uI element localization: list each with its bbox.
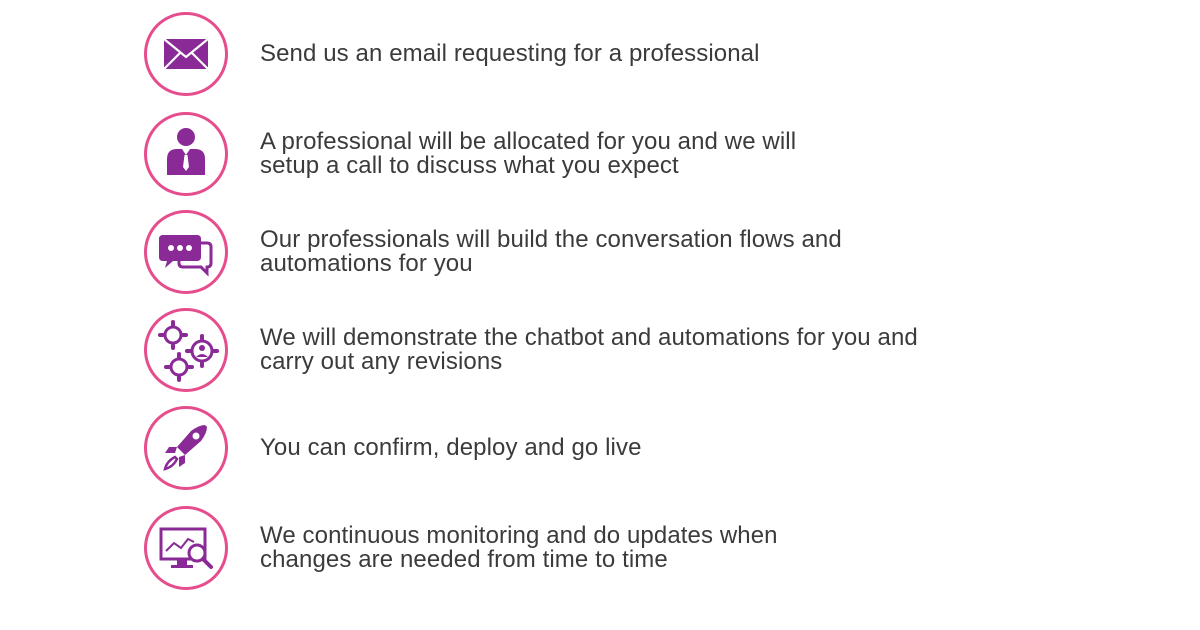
step-text: You can confirm, deploy and go live (260, 406, 940, 490)
step-text: Send us an email requesting for a profes… (260, 12, 940, 96)
icon-ring (144, 112, 228, 196)
steps-list: Send us an email requesting for a profes… (0, 0, 1200, 630)
step-item-build: Our professionals will build the convers… (144, 210, 944, 294)
icon-ring (144, 210, 228, 294)
chat-bubbles-icon (159, 235, 213, 277)
icon-ring (144, 406, 228, 490)
step-text: A professional will be allocated for you… (260, 112, 940, 196)
rocket-icon (163, 425, 207, 471)
step-item-demonstrate: We will demonstrate the chatbot and auto… (144, 308, 944, 392)
step-label: We will demonstrate the chatbot and auto… (260, 324, 918, 375)
step-label: Our professionals will build the convers… (260, 226, 842, 277)
step-item-allocation: A professional will be allocated for you… (144, 112, 944, 196)
step-label: A professional will be allocated for you… (260, 128, 797, 179)
step-item-monitoring: We continuous monitoring and do updates … (144, 506, 944, 590)
envelope-icon (163, 38, 209, 70)
step-item-deploy: You can confirm, deploy and go live (144, 406, 944, 490)
step-label: You can confirm, deploy and go live (260, 434, 642, 461)
icon-ring (144, 506, 228, 590)
monitor-magnifier-icon (159, 527, 213, 569)
step-label: Send us an email requesting for a profes… (260, 40, 760, 67)
icon-ring (144, 308, 228, 392)
step-text: Our professionals will build the convers… (260, 210, 940, 294)
step-text: We continuous monitoring and do updates … (260, 506, 940, 590)
step-label: We continuous monitoring and do updates … (260, 522, 778, 573)
icon-ring (144, 12, 228, 96)
gears-icon (158, 320, 219, 382)
step-item-email: Send us an email requesting for a profes… (144, 12, 944, 96)
step-text: We will demonstrate the chatbot and auto… (260, 308, 940, 392)
professional-person-icon (167, 128, 205, 175)
